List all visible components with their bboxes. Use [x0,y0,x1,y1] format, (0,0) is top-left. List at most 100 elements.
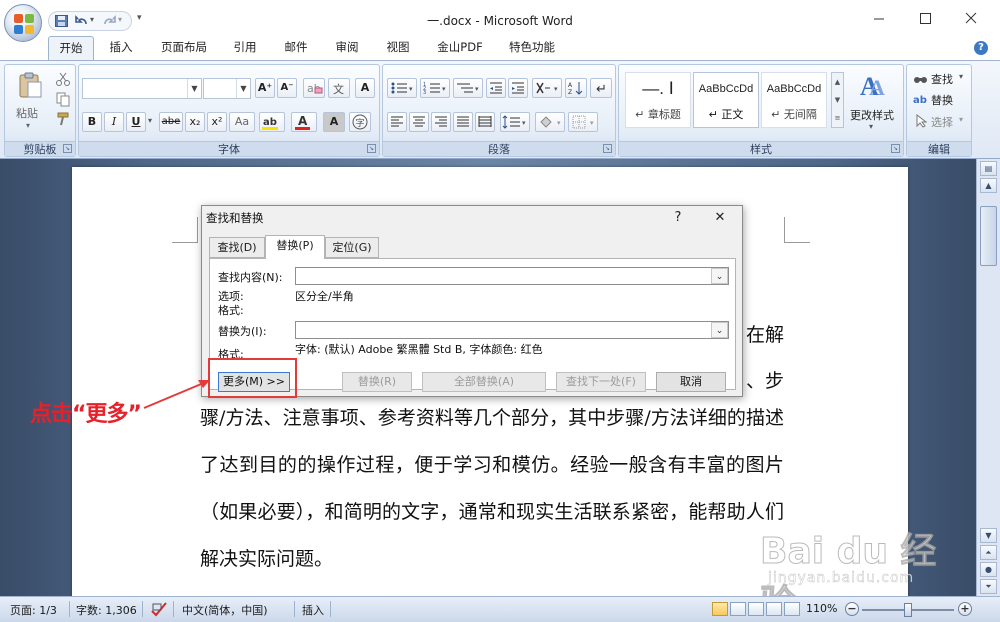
page-indicator[interactable]: 页面: 1/3 [10,602,57,618]
find-button[interactable]: 查找 [931,71,953,87]
justify-button[interactable] [453,112,473,132]
tab-special-features[interactable]: 特色功能 [500,36,564,60]
style-chapter-title[interactable]: —. Ⅰ ↵ 章标题 [625,72,691,128]
scroll-down-icon[interactable]: ▼ [980,528,997,543]
zoom-in-button[interactable]: + [958,602,972,616]
bullets-button[interactable]: ▾ [387,78,417,98]
style-normal[interactable]: AaBbCcDd ↵ 正文 [693,72,759,128]
underline-button[interactable]: U [126,112,146,132]
zoom-out-button[interactable]: − [845,602,859,616]
font-size-combo[interactable]: ▼ [203,78,251,99]
select-dropdown-icon[interactable]: ▾ [959,115,963,124]
align-right-button[interactable] [431,112,451,132]
cancel-button[interactable]: 取消 [656,372,726,392]
highlight-button[interactable]: ab [259,112,285,132]
cut-icon[interactable] [55,71,71,87]
insert-mode[interactable]: 插入 [302,602,324,618]
replace-with-input[interactable]: ⌄ [295,321,729,339]
grow-font-button[interactable]: A⁺ [255,78,275,98]
paragraph-launcher-icon[interactable]: ↘ [603,144,612,153]
zoom-level[interactable]: 110% [806,602,837,615]
paste-icon[interactable] [15,71,45,101]
character-shading-button[interactable]: A [323,112,345,132]
paste-dropdown-icon[interactable]: ▾ [26,121,30,130]
strikethrough-button[interactable]: abe [159,112,183,132]
superscript-button[interactable]: x² [207,112,227,132]
underline-dropdown-icon[interactable]: ▾ [148,116,152,125]
replace-button[interactable]: 替换 [931,92,953,108]
zoom-slider[interactable] [862,603,954,617]
tab-home[interactable]: 开始 [48,36,94,60]
draft-view-button[interactable] [784,602,800,616]
minimize-button[interactable] [864,7,894,29]
shading-button[interactable]: ▾ [535,112,565,132]
change-styles-icon[interactable]: AA [857,71,887,99]
tab-wps-pdf[interactable]: 金山PDF [429,36,491,60]
next-page-icon[interactable]: ⏷ [980,579,997,594]
language-indicator[interactable]: 中文(简体，中国) [182,602,268,618]
bold-button[interactable]: B [82,112,102,132]
replace-button[interactable]: 替换(R) [342,372,412,392]
character-border-button[interactable]: A [355,78,375,98]
zoom-slider-thumb[interactable] [904,603,912,617]
help-icon[interactable]: ? [974,41,988,55]
ruler-toggle-icon[interactable]: ▤ [980,161,997,176]
dialog-close-button[interactable]: ✕ [710,209,730,227]
clear-format-button[interactable]: ab [303,78,325,98]
tab-find[interactable]: 查找(D) [209,237,265,258]
styles-scroll[interactable]: ▲ ▼ ≡ [831,72,844,128]
styles-launcher-icon[interactable]: ↘ [891,144,900,153]
previous-page-icon[interactable]: ⏶ [980,545,997,560]
vertical-scrollbar[interactable]: ▤ ▲ ▼ ⏶ ● ⏷ [976,159,1000,596]
numbering-button[interactable]: 1 2 3 ▾ [420,78,450,98]
sort-button[interactable]: AZ [565,78,587,98]
increase-indent-button[interactable] [508,78,528,98]
find-dropdown-icon[interactable]: ▾ [959,72,963,81]
replace-all-button[interactable]: 全部替换(A) [422,372,546,392]
format-painter-icon[interactable] [55,111,71,127]
style-no-spacing[interactable]: AaBbCcDd ↵ 无间隔 [761,72,827,128]
paste-label[interactable]: 粘贴 [16,105,38,121]
outline-view-button[interactable] [766,602,782,616]
multilevel-list-button[interactable]: ▾ [453,78,483,98]
full-screen-reading-button[interactable] [730,602,746,616]
subscript-button[interactable]: x₂ [185,112,205,132]
tab-references[interactable]: 引用 [225,36,265,60]
chevron-down-icon[interactable]: ⌄ [711,322,728,338]
web-layout-button[interactable] [748,602,764,616]
word-count[interactable]: 字数: 1,306 [76,602,137,618]
change-styles-dropdown-icon[interactable]: ▾ [869,122,873,131]
italic-button[interactable]: I [104,112,124,132]
font-launcher-icon[interactable]: ↘ [367,144,376,153]
browse-object-icon[interactable]: ● [980,562,997,577]
phonetic-guide-button[interactable]: 文 [328,78,350,98]
office-button[interactable] [4,4,42,42]
tab-view[interactable]: 视图 [378,36,418,60]
tab-goto[interactable]: 定位(G) [325,237,379,258]
font-color-button[interactable]: A [291,112,317,132]
show-marks-button[interactable]: ↵ [590,78,612,98]
close-window-button[interactable] [956,7,986,29]
shrink-font-button[interactable]: A⁻ [277,78,297,98]
distributed-button[interactable] [475,112,495,132]
change-styles-label[interactable]: 更改样式 [850,107,894,123]
scrollbar-thumb[interactable] [980,206,997,266]
borders-button[interactable]: ▾ [568,112,598,132]
line-spacing-button[interactable]: ▾ [500,112,530,132]
change-case-button[interactable]: Aa [229,112,255,132]
dialog-help-button[interactable]: ? [668,209,688,227]
font-name-combo[interactable]: ▼ [82,78,202,99]
tab-replace[interactable]: 替换(P) [265,235,325,259]
proofing-icon[interactable] [150,601,168,617]
find-next-button[interactable]: 查找下一处(F) [556,372,646,392]
chinese-layout-button[interactable]: ▾ [532,78,562,98]
select-button[interactable]: 选择 [931,114,953,130]
tab-review[interactable]: 审阅 [327,36,367,60]
align-left-button[interactable] [387,112,407,132]
tab-mailings[interactable]: 邮件 [276,36,316,60]
print-layout-view-button[interactable] [712,602,728,616]
clipboard-launcher-icon[interactable]: ↘ [63,144,72,153]
decrease-indent-button[interactable] [486,78,506,98]
scroll-up-icon[interactable]: ▲ [980,178,997,193]
tab-page-layout[interactable]: 页面布局 [151,36,217,60]
